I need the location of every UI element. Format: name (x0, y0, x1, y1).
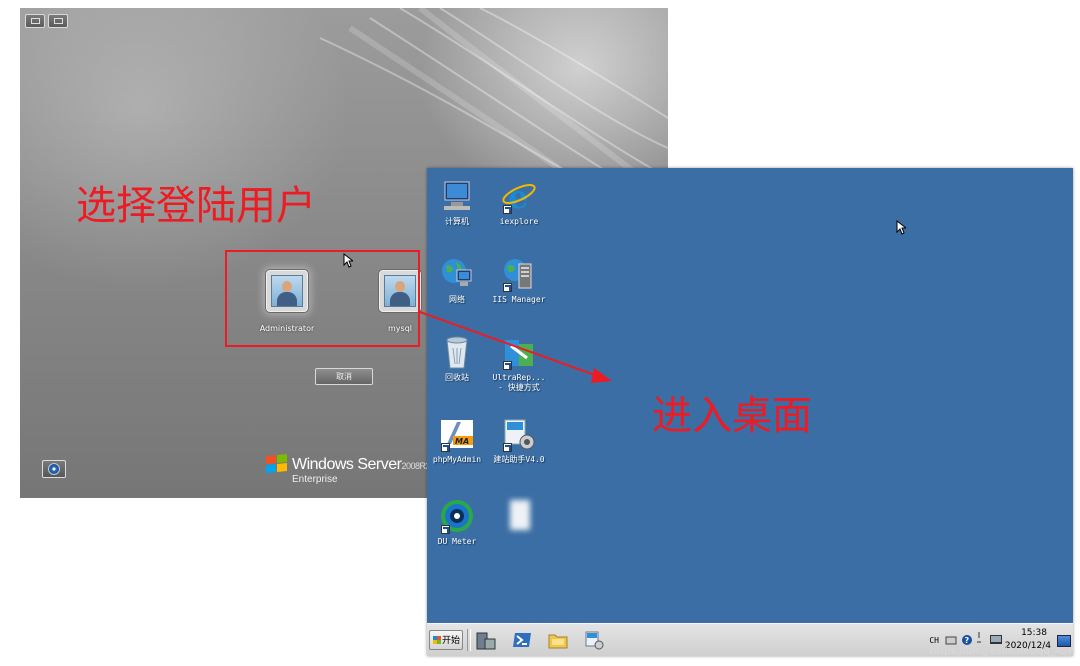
language-button[interactable] (25, 14, 45, 28)
computer-icon (439, 178, 475, 214)
du-meter-icon (439, 498, 475, 534)
explorer-folder-icon[interactable] (547, 629, 569, 651)
phpmyadmin-icon: MA (439, 416, 475, 452)
recycle-bin-icon (439, 334, 475, 370)
clock-time[interactable]: 15:38 (1021, 628, 1047, 638)
brand-edition: Enterprise (292, 474, 338, 485)
icon-label: IIS Manager (492, 295, 546, 304)
ease-of-access-button[interactable] (42, 460, 66, 478)
ultrarep-icon (501, 334, 537, 370)
iis-manager-icon (501, 256, 537, 292)
file-icon (501, 498, 537, 534)
cancel-button[interactable]: 取消 (315, 368, 373, 385)
start-label: 开始 (441, 636, 460, 646)
svg-text:?: ? (965, 636, 970, 645)
desktop-icon-site-builder[interactable]: 建站助手V4.0 (483, 416, 555, 465)
site-builder-icon (501, 416, 537, 452)
annotation-select-user: 选择登陆用户 (76, 183, 316, 229)
desktop-icon-iexplore[interactable]: e iexplore (483, 178, 555, 227)
ease-of-access-icon (48, 463, 60, 475)
watermark: https://blog.csdn.net/qq_ASP (930, 646, 1074, 657)
brand-version: 2008 (401, 461, 420, 471)
desktop-icon-hidden[interactable] (483, 498, 555, 534)
windows-start-icon (433, 636, 441, 644)
app-icon[interactable] (583, 629, 605, 651)
taskbar-separator (467, 629, 471, 651)
network-tray-icon[interactable] (989, 633, 1003, 647)
ime-indicator[interactable]: CH (929, 636, 939, 645)
desktop-icon-iis-manager[interactable]: IIS Manager (483, 256, 555, 305)
windows-flag-icon (266, 453, 288, 474)
brand-name: Windows Server (292, 456, 402, 473)
icon-label: DU Meter (437, 537, 477, 546)
keyboard-tray-icon[interactable] (945, 634, 957, 646)
svg-text:MA: MA (455, 437, 469, 446)
icon-label: 建站助手V4.0 (493, 455, 545, 464)
powershell-icon[interactable] (511, 629, 533, 651)
mouse-cursor-icon (896, 220, 906, 235)
desktop-icon-ultrarep[interactable]: UltraRep... - 快捷方式 (483, 334, 555, 393)
annotation-enter-desktop: 进入桌面 (652, 393, 812, 439)
start-button[interactable]: 开始 (429, 630, 463, 650)
keyboard-button[interactable] (48, 14, 68, 28)
annotation-highlight-box (225, 250, 420, 347)
server-manager-icon[interactable] (475, 629, 497, 651)
icon-label: iexplore (499, 217, 539, 226)
network-icon (439, 256, 475, 292)
icon-label: UltraRep... - 快捷方式 (492, 373, 546, 392)
help-icon[interactable]: ? (961, 634, 973, 646)
top-buttons (25, 14, 68, 28)
internet-explorer-icon: e (501, 178, 537, 216)
